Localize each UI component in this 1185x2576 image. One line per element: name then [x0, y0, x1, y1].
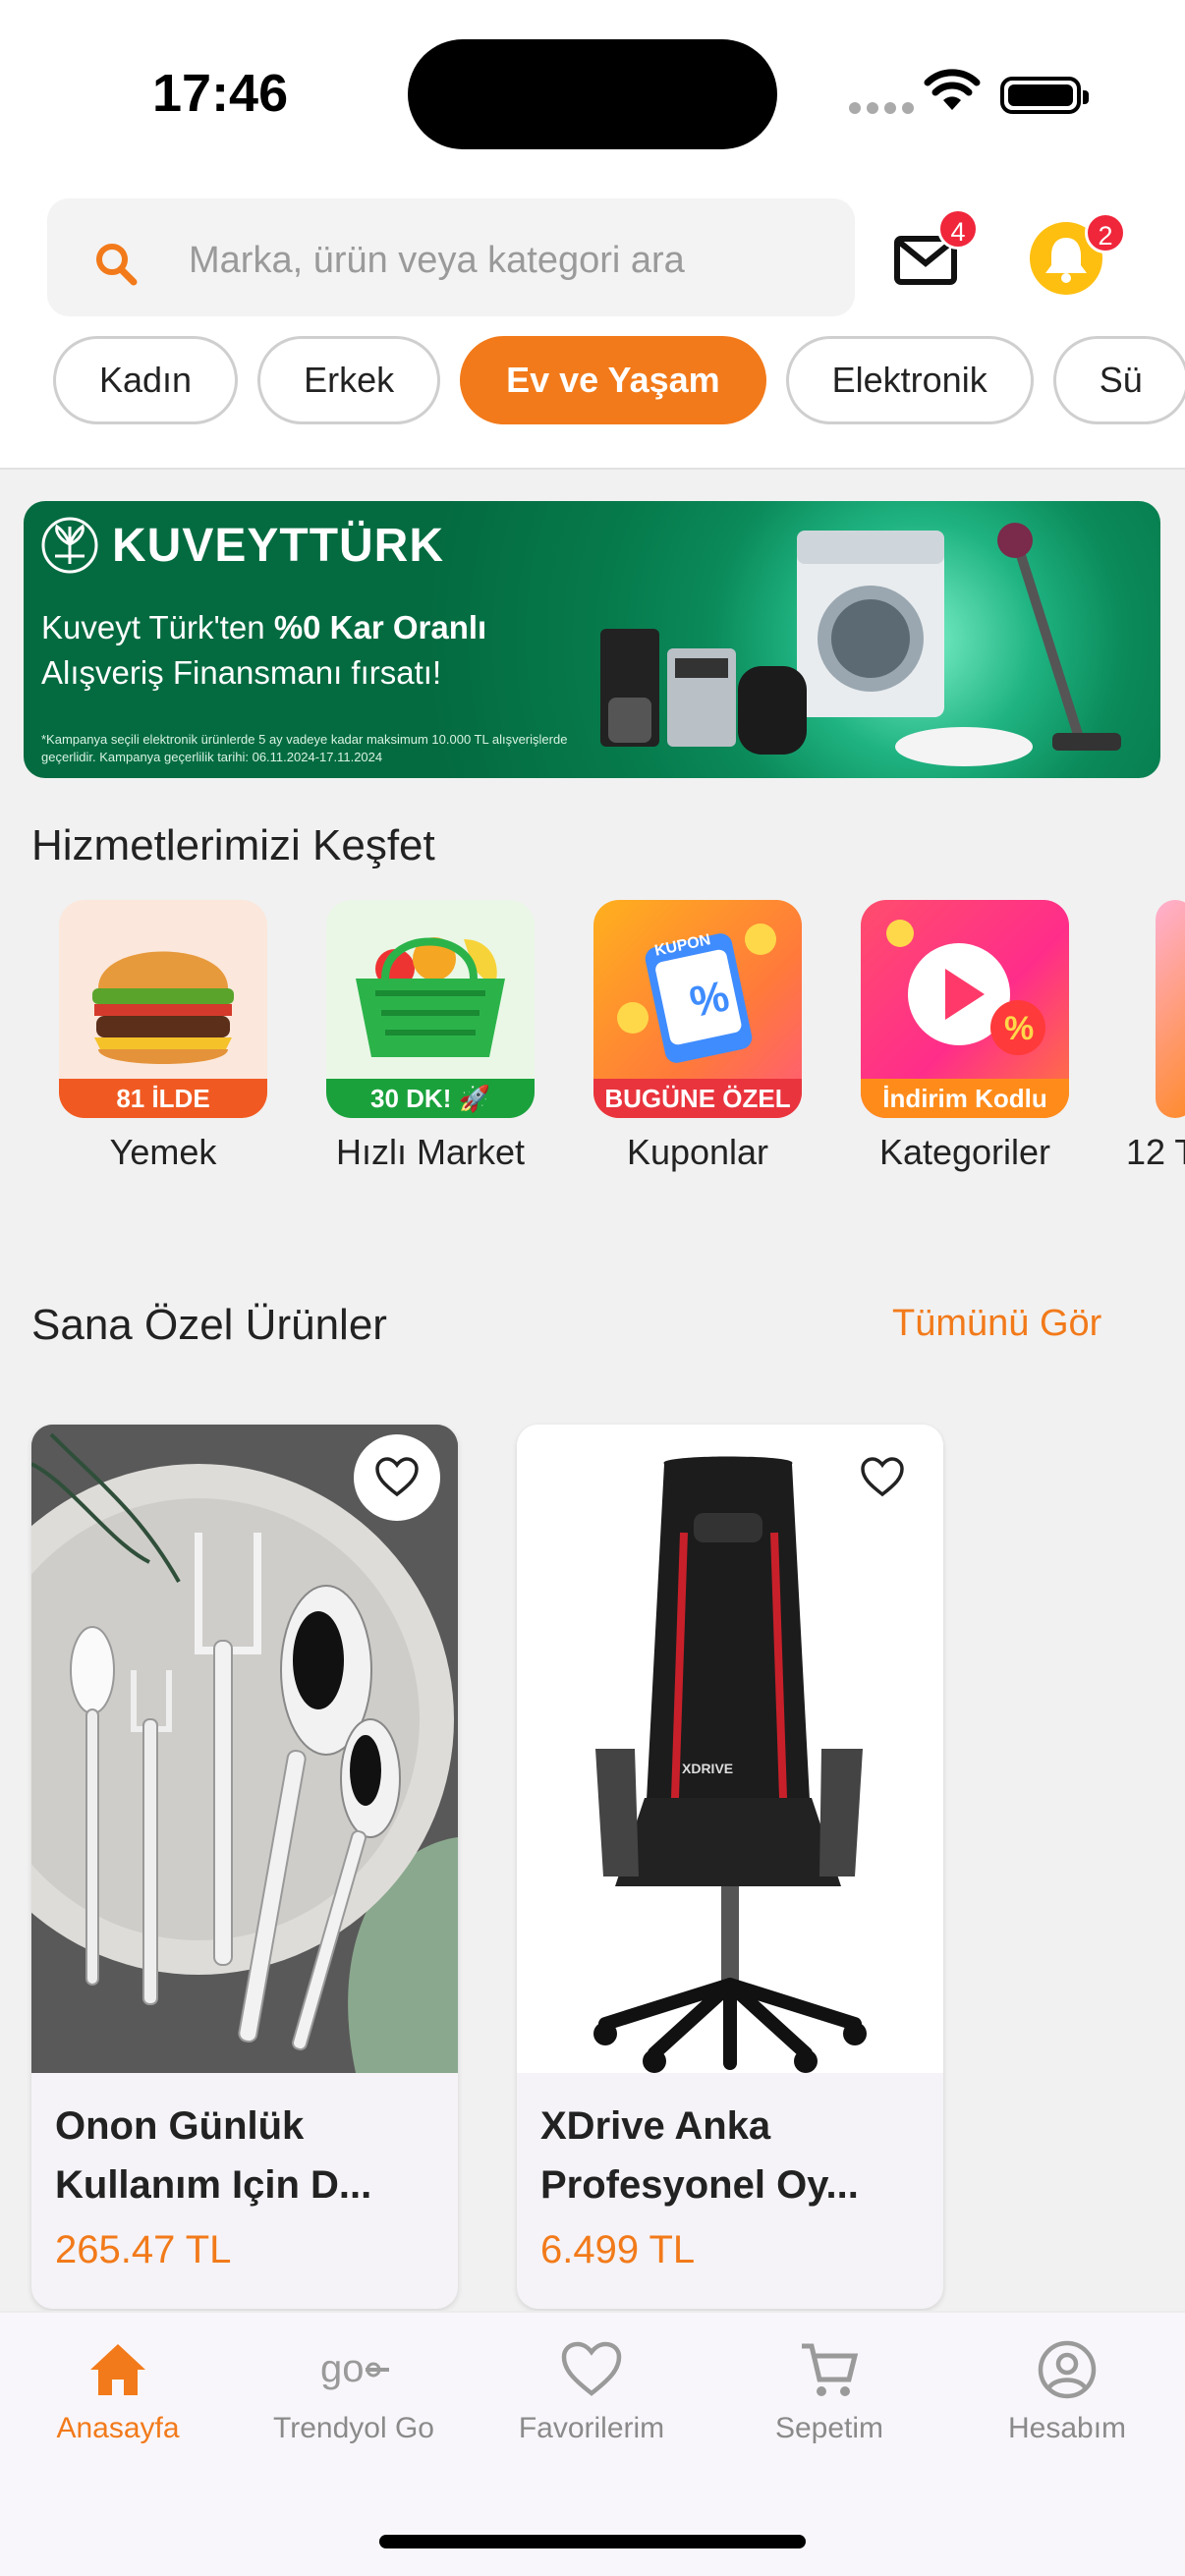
tab-favorilerim[interactable]: Favorilerim	[474, 2340, 709, 2445]
burger-image: 81 İLDE	[59, 900, 267, 1118]
banner-fine-print: *Kampanya seçili elektronik ürünlerde 5 …	[41, 732, 568, 764]
favorite-button[interactable]	[354, 1434, 440, 1521]
battery-icon	[1000, 77, 1089, 114]
ribbon-30-dk: 30 DK! 🚀	[326, 1079, 535, 1118]
dynamic-island	[408, 39, 777, 149]
coupon-icon: %	[617, 924, 776, 1063]
status-time: 17:46	[152, 64, 289, 123]
favorite-button[interactable]	[839, 1434, 926, 1521]
app-screen: 17:46 Marka, ürün veya kategori ara 4 2 …	[0, 0, 1185, 2576]
discount-image: % İndirim Kodlu	[861, 900, 1069, 1118]
kuveytturk-logo: KUVEYTTÜRK	[41, 517, 444, 574]
tab-anasayfa[interactable]: Anasayfa	[0, 2340, 236, 2445]
tab-hesabim[interactable]: Hesabım	[949, 2340, 1185, 2445]
account-icon	[1038, 2340, 1097, 2399]
chip-kadin[interactable]: Kadın	[53, 336, 239, 424]
service-kuponlar[interactable]: % KUPON BUGÜNE ÖZEL Kuponlar	[580, 900, 816, 1173]
service-label: Hızlı Market	[335, 1132, 526, 1172]
heart-icon	[375, 1457, 419, 1497]
home-icon	[90, 2344, 145, 2395]
service-hizli-market[interactable]: 30 DK! 🚀 Hızlı Market	[312, 900, 548, 1173]
svg-text:%: %	[1004, 1010, 1034, 1047]
tab-label: Hesabım	[1007, 2412, 1127, 2444]
cart-icon	[802, 2343, 859, 2396]
cutlery-illustration	[31, 1425, 458, 2073]
service-label: Kategoriler	[878, 1132, 1051, 1172]
category-chips: Kadın Erkek Ev ve Yaşam Elektronik Sü	[53, 336, 1185, 424]
chair-illustration	[517, 1425, 943, 2073]
search-placeholder: Marka, ürün veya kategori ara	[189, 240, 685, 281]
go-icon: go	[320, 2347, 389, 2390]
chair-brand-logo: XDRIVE	[682, 1761, 734, 1776]
service-label: 12 T	[1126, 1132, 1185, 1172]
ribbon-indirim-kodlu: İndirim Kodlu	[861, 1079, 1069, 1118]
product-card[interactable]: XDRIVE XDrive Anka Profesyonel Oy... 6.4…	[517, 1425, 943, 2309]
tab-label: Anasayfa	[56, 2412, 180, 2444]
status-bar: 17:46	[0, 0, 1185, 187]
chip-elektronik[interactable]: Elektronik	[785, 336, 1034, 424]
ribbon-81-ilde: 81 İLDE	[59, 1079, 267, 1118]
banner-headline: Kuveyt Türk'ten %0 Kar Oranlı	[41, 609, 487, 645]
product-price: 265.47 TL	[55, 2228, 232, 2271]
coupon-image: % KUPON BUGÜNE ÖZEL	[593, 900, 802, 1118]
service-partial[interactable]: 12 T	[1114, 900, 1185, 1173]
service-label: Yemek	[109, 1132, 217, 1172]
chip-supermarket[interactable]: Sü	[1052, 336, 1185, 424]
ribbon-bugune-ozel: BUGÜNE ÖZEL	[593, 1079, 802, 1118]
burger-icon	[92, 951, 234, 1064]
products-title: Sana Özel Ürünler	[31, 1301, 387, 1349]
play-icon: %	[886, 920, 1045, 1055]
banner-subline: Alışveriş Finansmanı fırsatı!	[41, 654, 442, 691]
heart-icon	[861, 1457, 904, 1497]
chip-erkek[interactable]: Erkek	[257, 336, 441, 424]
service-kategoriler[interactable]: % İndirim Kodlu Kategoriler	[847, 900, 1083, 1173]
cutlery-image	[31, 1425, 458, 2073]
product-price: 6.499 TL	[540, 2228, 696, 2271]
partial-service-image	[1156, 900, 1185, 1118]
tab-label: Trendyol Go	[273, 2412, 434, 2444]
header: Marka, ürün veya kategori ara 4 2 Kadın …	[0, 187, 1185, 470]
messages-button[interactable]: 4	[894, 208, 979, 287]
gaming-chair-image: XDRIVE	[517, 1425, 943, 2073]
promo-banner[interactable]: KUVEYTTÜRK Kuveyt Türk'ten %0 Kar Oranlı…	[24, 501, 1160, 778]
search-icon	[96, 244, 138, 286]
services-title: Hizmetlerimizi Keşfet	[31, 821, 435, 869]
basket-image: 30 DK! 🚀	[326, 900, 535, 1118]
service-yemek[interactable]: 81 İLDE Yemek	[45, 900, 281, 1173]
product-name: Onon Günlük Kullanım Için D...	[55, 2104, 372, 2207]
signal-icon	[849, 102, 914, 114]
notifications-button[interactable]: 2	[1030, 212, 1126, 295]
bell-badge: 2	[1085, 212, 1126, 253]
tab-label: Sepetim	[774, 2412, 884, 2444]
home-indicator	[379, 2535, 806, 2548]
tab-label: Favorilerim	[518, 2412, 665, 2444]
chip-ev-ve-yasam[interactable]: Ev ve Yaşam	[460, 336, 766, 424]
heart-icon	[561, 2341, 622, 2396]
svg-text:go: go	[320, 2347, 365, 2390]
basket-icon	[356, 937, 505, 1057]
see-all-link[interactable]: Tümünü Gör	[892, 1303, 1101, 1345]
search-input[interactable]: Marka, ürün veya kategori ara	[47, 198, 855, 316]
appliances-image	[600, 523, 1121, 766]
product-card[interactable]: Onon Günlük Kullanım Için D... 265.47 TL	[31, 1425, 458, 2309]
product-name: XDrive Anka Profesyonel Oy...	[540, 2104, 859, 2207]
tab-sepetim[interactable]: Sepetim	[711, 2340, 947, 2445]
services-row: 81 İLDE Yemek 30 DK! 🚀 Hızlı Market % KU…	[0, 900, 1185, 1195]
wifi-icon	[924, 69, 981, 110]
tulip-logo-icon	[41, 517, 98, 574]
mail-badge: 4	[937, 208, 979, 250]
banner-brand: KUVEYTTÜRK	[112, 519, 445, 572]
tab-trendyol-go[interactable]: go Trendyol Go	[236, 2340, 472, 2445]
service-label: Kuponlar	[626, 1132, 769, 1172]
